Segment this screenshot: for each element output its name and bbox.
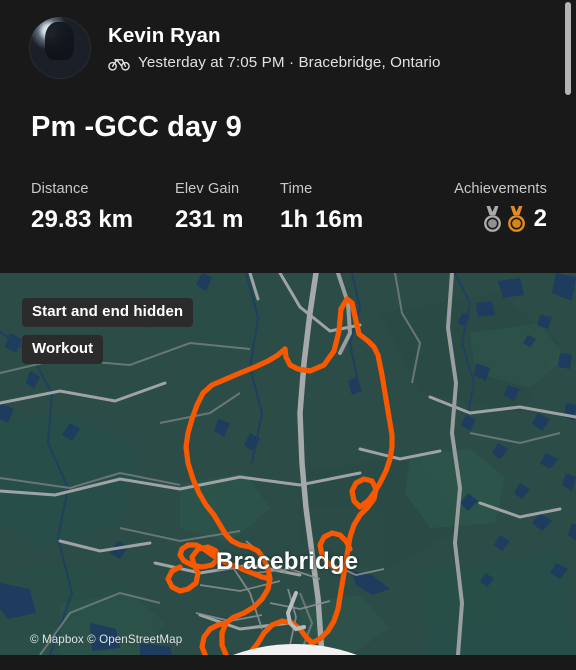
athlete-text-block: Kevin Ryan Yesterday at 7:05 PM · Braceb… (108, 24, 441, 72)
bicycle-icon (108, 56, 130, 71)
achievement-medals: 2 (454, 205, 547, 232)
scrollbar-thumb[interactable] (565, 2, 571, 95)
activity-stats: Distance 29.83 km Elev Gain 231 m Time 1… (31, 180, 547, 235)
athlete-row[interactable]: Kevin Ryan Yesterday at 7:05 PM · Braceb… (0, 0, 576, 79)
activity-meta-row: Yesterday at 7:05 PM · Bracebridge, Onta… (108, 54, 441, 72)
activity-meta: Yesterday at 7:05 PM · Bracebridge, Onta… (138, 54, 441, 71)
stat-achievements-label: Achievements (454, 181, 547, 197)
activity-map[interactable]: Bracebridge Start and end hidden Workout… (0, 273, 576, 655)
badge-start-end-hidden[interactable]: Start and end hidden (22, 298, 194, 327)
stat-elevation-value: 231 m (175, 206, 244, 233)
medal-silver-icon (482, 205, 503, 232)
mapbox-logo-icon[interactable] (7, 632, 357, 655)
stat-achievements[interactable]: Achievements 2 (454, 180, 547, 232)
medal-gold-icon (506, 205, 527, 232)
badge-workout[interactable]: Workout (22, 335, 104, 364)
stat-distance-value: 29.83 km (31, 206, 134, 233)
activity-card: Kevin Ryan Yesterday at 7:05 PM · Braceb… (0, 0, 576, 670)
footer-bar (0, 655, 576, 670)
stat-time-label: Time (280, 181, 313, 197)
achievement-count: 2 (533, 205, 547, 232)
athlete-name[interactable]: Kevin Ryan (108, 24, 441, 48)
stat-time: Time 1h 16m (280, 180, 454, 235)
stat-distance-label: Distance (31, 181, 89, 197)
vertical-scrollbar[interactable] (562, 0, 576, 670)
stat-distance: Distance 29.83 km (31, 180, 175, 235)
activity-title[interactable]: Pm -GCC day 9 (0, 111, 576, 144)
map-attribution: © Mapbox © OpenStreetMap (7, 632, 357, 655)
stat-elevation-label: Elev Gain (175, 181, 240, 197)
stat-elevation: Elev Gain 231 m (175, 180, 280, 235)
stat-time-value: 1h 16m (280, 206, 364, 233)
activity-header: Kevin Ryan Yesterday at 7:05 PM · Braceb… (0, 0, 576, 273)
attribution-text[interactable]: © Mapbox © OpenStreetMap (30, 633, 182, 647)
map-badges: Start and end hidden Workout (22, 298, 194, 364)
avatar[interactable] (29, 17, 91, 79)
